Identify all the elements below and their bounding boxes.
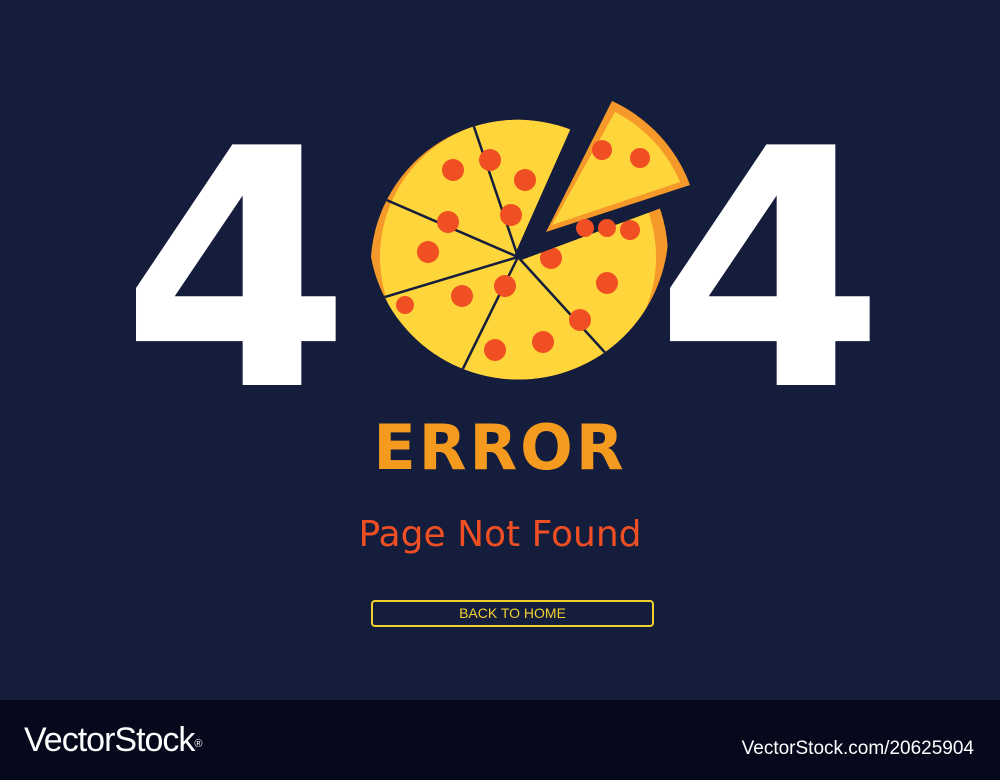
watermark-footer: VectorStock® VectorStock.com/20625904 — [0, 700, 1000, 780]
page: 4 4 ERROR Page Not Found BACK TO HOME Ve… — [0, 0, 1000, 780]
error-code-left-digit: 4 — [121, 79, 351, 420]
error-code-right-digit: 4 — [655, 79, 885, 420]
error-code-graphic: 4 4 — [121, 79, 885, 420]
error-code-404: 4 4 — [0, 0, 1000, 420]
error-title: ERROR — [373, 411, 627, 484]
image-id-text: VectorStock.com/20625904 — [741, 738, 974, 759]
vectorstock-logo: VectorStock® — [24, 717, 203, 763]
back-to-home-button[interactable]: BACK TO HOME — [371, 600, 654, 627]
pizza-icon — [371, 101, 690, 380]
vectorstock-logo-text: VectorStock — [24, 721, 195, 759]
error-page: 4 4 ERROR Page Not Found BACK TO HOME — [0, 0, 1000, 700]
registered-mark: ® — [194, 738, 203, 750]
error-subtitle: Page Not Found — [358, 514, 642, 555]
